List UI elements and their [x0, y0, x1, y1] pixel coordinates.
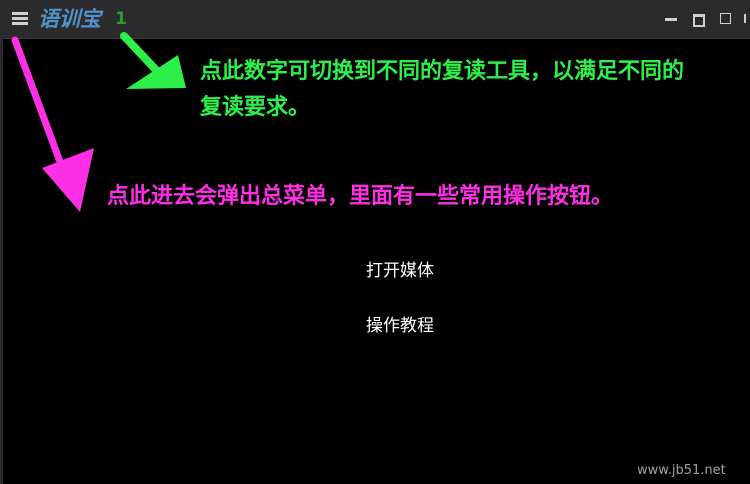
green-arrow-icon: [120, 32, 186, 89]
green-annotation-line2: 复读要求。: [200, 95, 311, 120]
watermark: www.jb51.net: [637, 463, 726, 478]
menu-item-tutorial[interactable]: 操作教程: [340, 314, 460, 338]
magenta-annotation: 点此进去会弹出总菜单，里面有一些常用操作按钮。: [107, 184, 614, 209]
green-annotation: 点此数字可切换到不同的复读工具，以满足不同的 复读要求。: [200, 54, 750, 126]
magenta-arrow-icon: [11, 36, 94, 212]
menu-item-open-media[interactable]: 打开媒体: [340, 259, 460, 283]
green-annotation-line1: 点此数字可切换到不同的复读工具，以满足不同的: [200, 59, 685, 84]
